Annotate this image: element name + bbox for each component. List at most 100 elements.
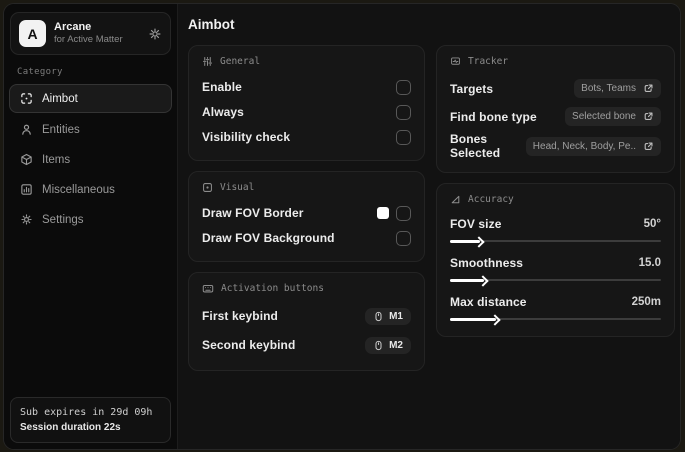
- sidebar-item-label: Aimbot: [42, 92, 78, 105]
- accuracy-card: Accuracy FOV size 50° Smoothness 15.0 Ma…: [436, 183, 675, 337]
- slider-value: 50°: [643, 218, 661, 230]
- setting-label: Find bone type: [450, 109, 537, 124]
- gear-icon: [20, 213, 33, 226]
- setting-row: Targets Bots, Teams: [450, 76, 661, 101]
- section-title: General: [220, 56, 261, 67]
- setting-label: Draw FOV Border: [202, 206, 304, 220]
- frame-dot-icon: [202, 182, 213, 193]
- setting-label: Draw FOV Background: [202, 231, 335, 245]
- keybind-value: M2: [389, 339, 403, 351]
- sidebar-item-label: Items: [42, 153, 71, 166]
- dropdown-value: Head, Neck, Body, Pe..: [532, 140, 636, 152]
- sidebar-item-label: Entities: [42, 123, 80, 136]
- gear-icon[interactable]: [148, 27, 162, 41]
- targets-dropdown[interactable]: Bots, Teams: [574, 79, 661, 98]
- sidebar-item-label: Miscellaneous: [42, 183, 115, 196]
- max-distance-group: Max distance 250m: [450, 292, 661, 324]
- visibility-check-checkbox[interactable]: [396, 129, 411, 145]
- setting-row: Draw FOV Background: [202, 227, 411, 249]
- section-title: Activation buttons: [221, 283, 324, 294]
- setting-label: Smoothness: [450, 256, 524, 270]
- keyboard-icon: [202, 283, 214, 294]
- general-card: General Enable Always Visibility check: [188, 45, 425, 161]
- setting-label: FOV size: [450, 217, 502, 231]
- page-title: Aimbot: [188, 17, 235, 32]
- smoothness-group: Smoothness 15.0: [450, 253, 661, 285]
- bones-selected-dropdown[interactable]: Head, Neck, Body, Pe..: [525, 136, 661, 156]
- fov-border-color-swatch[interactable]: [377, 207, 389, 219]
- enable-checkbox[interactable]: [396, 79, 411, 95]
- setting-label: Enable: [202, 80, 242, 94]
- slider-value: 15.0: [638, 257, 661, 269]
- setting-row: Bones Selected Head, Neck, Body, Pe..: [450, 132, 661, 160]
- fov-size-group: FOV size 50°: [450, 214, 661, 246]
- setting-label: Max distance: [450, 295, 527, 309]
- max-distance-slider[interactable]: [450, 314, 661, 324]
- tracker-card: Tracker Targets Bots, Teams Find bone ty…: [436, 45, 675, 173]
- setting-row: Always: [202, 101, 411, 123]
- brand-logo: A: [19, 20, 46, 47]
- setting-row: Draw FOV Border: [202, 202, 411, 224]
- find-bone-type-dropdown[interactable]: Selected bone: [565, 107, 661, 126]
- section-title: Accuracy: [468, 194, 514, 205]
- second-keybind-button[interactable]: M2: [365, 336, 411, 354]
- first-keybind-button[interactable]: M1: [365, 307, 411, 325]
- dropdown-value: Bots, Teams: [581, 83, 636, 94]
- expand-icon: [643, 83, 654, 94]
- setting-label: Second keybind: [202, 338, 296, 352]
- slider-value: 250m: [631, 296, 661, 308]
- setting-row: Enable: [202, 76, 411, 98]
- sidebar: A Arcane for Active Matter Category Aimb…: [4, 4, 178, 449]
- session-duration-text: Session duration 22s: [20, 422, 121, 433]
- sub-expires-text: Sub expires in 29d 09h: [20, 407, 153, 418]
- setting-row: Find bone type Selected bone: [450, 104, 661, 129]
- brand-card: A Arcane for Active Matter: [10, 12, 171, 55]
- monitor-icon: [450, 56, 461, 67]
- expand-icon: [643, 111, 654, 122]
- draw-fov-border-checkbox[interactable]: [396, 205, 411, 221]
- crosshair-icon: [20, 92, 33, 105]
- sidebar-item-aimbot[interactable]: Aimbot: [9, 84, 172, 113]
- sidebar-item-items[interactable]: Items: [9, 146, 172, 173]
- setting-row: Visibility check: [202, 126, 411, 148]
- cube-icon: [20, 153, 33, 166]
- draw-fov-background-checkbox[interactable]: [396, 230, 411, 246]
- category-label: Category: [17, 67, 63, 77]
- fov-size-slider[interactable]: [450, 236, 661, 246]
- dropdown-value: Selected bone: [572, 111, 636, 122]
- sidebar-item-label: Settings: [42, 213, 84, 226]
- always-checkbox[interactable]: [396, 104, 411, 120]
- setting-label: Visibility check: [202, 130, 291, 144]
- setting-label: Bones Selected: [450, 132, 501, 160]
- category-nav: Aimbot Entities Items Miscellaneous Sett…: [9, 84, 172, 233]
- setting-label: Targets: [450, 81, 494, 96]
- subscription-info: Sub expires in 29d 09h Session duration …: [10, 397, 171, 443]
- slider-fill[interactable]: [450, 278, 484, 282]
- visual-card: Visual Draw FOV Border Draw FOV Backgrou…: [188, 171, 425, 262]
- mouse-icon: [373, 311, 384, 322]
- main-panel: Aimbot General Enable Always Visibility …: [178, 4, 680, 449]
- setting-label: First keybind: [202, 309, 278, 323]
- sidebar-item-settings[interactable]: Settings: [9, 206, 172, 233]
- section-title: Tracker: [468, 56, 509, 67]
- angle-icon: [450, 194, 461, 205]
- section-title: Visual: [220, 182, 255, 193]
- mouse-icon: [373, 340, 384, 351]
- brand-initial: A: [27, 25, 38, 42]
- activation-card: Activation buttons First keybind M1 Seco…: [188, 272, 425, 371]
- slider-fill[interactable]: [450, 317, 497, 321]
- smoothness-slider[interactable]: [450, 275, 661, 285]
- setting-row: First keybind M1: [202, 303, 411, 329]
- sidebar-item-miscellaneous[interactable]: Miscellaneous: [9, 176, 172, 203]
- setting-label: Always: [202, 105, 244, 119]
- sliders-icon: [202, 56, 213, 67]
- sidebar-item-entities[interactable]: Entities: [9, 116, 172, 143]
- person-icon: [20, 123, 33, 136]
- brand-name: Arcane: [54, 20, 92, 33]
- app-window: A Arcane for Active Matter Category Aimb…: [3, 3, 681, 450]
- keybind-value: M1: [389, 310, 403, 322]
- brand-subtitle: for Active Matter: [54, 34, 123, 46]
- expand-icon: [643, 141, 654, 152]
- slider-fill[interactable]: [450, 239, 480, 243]
- panel-icon: [20, 183, 33, 196]
